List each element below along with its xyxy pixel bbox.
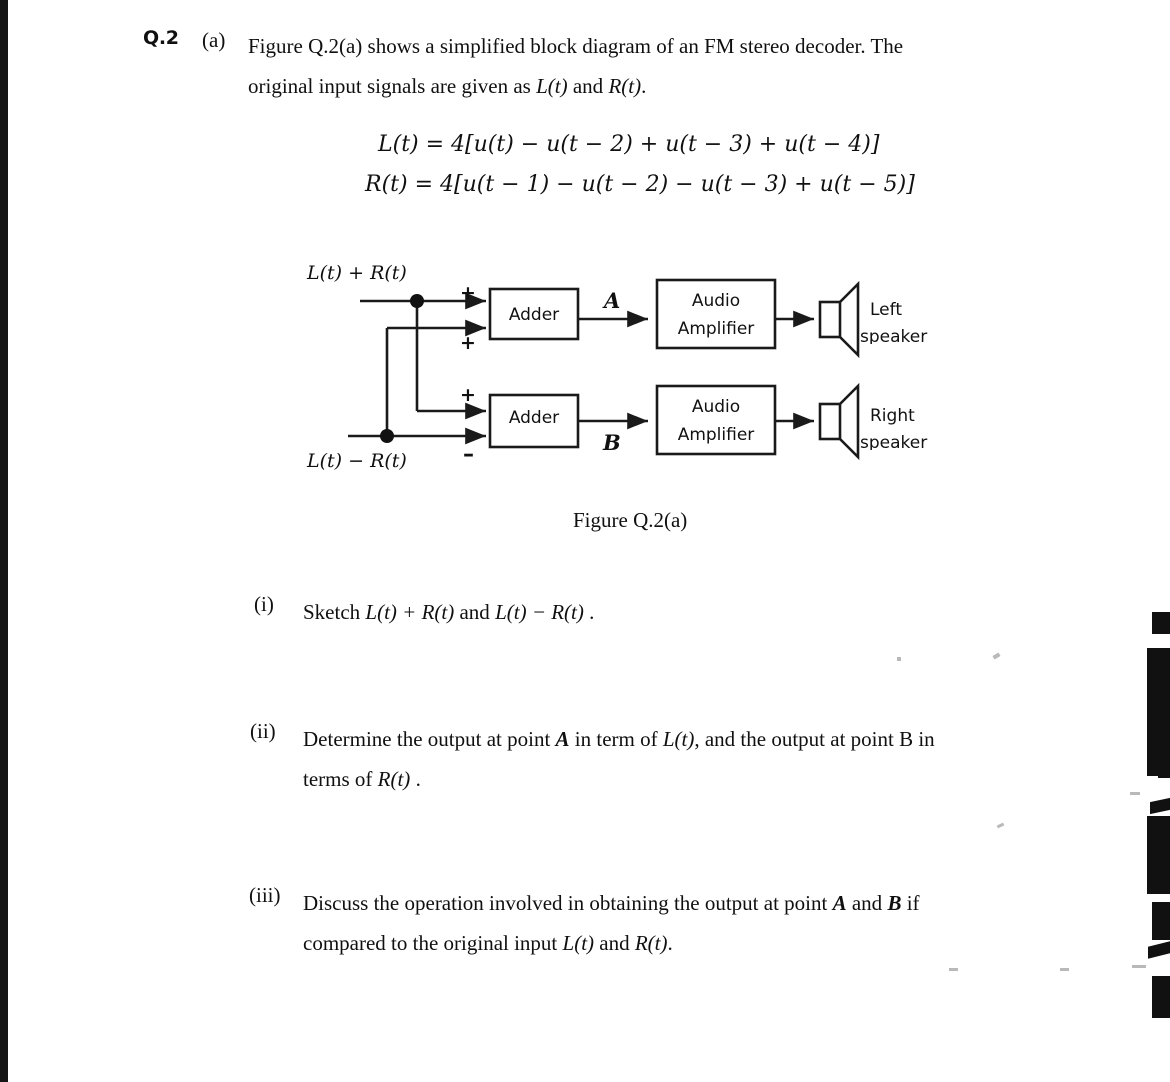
- sign-bottom-adder-input-2: –: [463, 442, 474, 467]
- speaker-horn-top: [839, 280, 860, 359]
- sign-top-adder-input-2: +: [460, 332, 476, 354]
- item-ii-symbol-lt: L(t): [662, 727, 695, 751]
- item-i-label: (i): [254, 592, 274, 616]
- intro-symbol-rt: R(t): [608, 74, 642, 98]
- question-number: Q.2: [143, 27, 179, 49]
- amplifier-bottom-label-line2: Amplifier: [677, 425, 755, 445]
- amplifier-bottom-label-line1: Audio: [691, 397, 741, 417]
- block-diagram-figure: L(t) + R(t) L(t) − R(t) + + + – Adder Ad…: [290, 258, 970, 493]
- item-ii-label: (ii): [250, 719, 276, 743]
- item-iii-symbol-a: A: [832, 891, 847, 915]
- speaker-bottom-label-line1: Right: [870, 406, 915, 426]
- item-iii-symbol-lt: L(t): [562, 931, 595, 955]
- item-i-text-end: .: [583, 600, 595, 624]
- item-ii-line2-b: .: [410, 767, 421, 791]
- speaker-top-label-line1: Left: [870, 300, 902, 320]
- scan-speck-6: [949, 968, 958, 971]
- item-iii-line1-c: if: [901, 891, 920, 915]
- item-ii-line1-a: Determine the output at point: [303, 727, 556, 751]
- item-iii-line2-b: and: [594, 931, 635, 955]
- item-iii-symbol-b: B: [887, 891, 902, 915]
- scan-artifact-5: [1147, 816, 1170, 894]
- scan-artifact-6: [1152, 902, 1170, 940]
- scan-speck-4: [1132, 965, 1146, 968]
- speaker-bottom-label-line2: speaker: [860, 433, 928, 450]
- scan-speck-3: [996, 822, 1005, 829]
- diagram-input-top-label: L(t) + R(t): [307, 262, 407, 284]
- sign-top-adder-input-1: +: [460, 282, 476, 304]
- item-iii-label: (iii): [249, 883, 281, 907]
- item-i-expression-2: L(t) − R(t): [495, 600, 584, 624]
- item-ii-symbol-rt: R(t): [377, 767, 411, 791]
- scan-artifact-8: [1152, 976, 1170, 1018]
- question-part-label: (a): [202, 28, 226, 52]
- adder-top-label: Adder: [508, 305, 560, 325]
- item-ii-line2-a: terms of: [303, 767, 378, 791]
- intro-line-1: Figure Q.2(a) shows a simplified block d…: [248, 34, 904, 58]
- item-i-text-pre: Sketch: [303, 600, 366, 624]
- amplifier-top-label-line1: Audio: [691, 291, 741, 311]
- intro-line-2-end: .: [641, 74, 647, 98]
- item-iii-line1-b: and: [846, 891, 888, 915]
- equation-left-signal: L(t) = 4[u(t) − u(t − 2) + u(t − 3) + u(…: [378, 132, 880, 157]
- sign-bottom-adder-input-1: +: [460, 384, 476, 406]
- item-i-expression-1: L(t) + R(t): [365, 600, 455, 624]
- speaker-horn-bottom: [839, 382, 860, 461]
- intro-symbol-lt: L(t): [536, 74, 568, 98]
- figure-caption: Figure Q.2(a): [573, 508, 688, 532]
- scan-artifact-4: [1150, 797, 1170, 815]
- scan-artifact-1: [1152, 612, 1170, 634]
- intro-line-2-pre: original input signals are given as: [248, 74, 537, 98]
- item-iii-line1-a: Discuss the operation involved in obtain…: [303, 891, 833, 915]
- scan-speck-2: [897, 657, 901, 661]
- scan-speck-5: [1060, 968, 1069, 971]
- scan-artifact-2: [1147, 648, 1170, 776]
- item-i-text-mid: and: [454, 600, 496, 624]
- scan-artifact-7: [1148, 941, 1170, 959]
- item-ii-symbol-a: A: [555, 727, 570, 751]
- adder-bottom-label: Adder: [508, 408, 560, 428]
- scan-speck-1: [992, 652, 1001, 660]
- junction-dot-top: [410, 294, 424, 308]
- scan-artifact-3: [1158, 769, 1170, 778]
- item-iii-line2-a: compared to the original input: [303, 931, 563, 955]
- speaker-box-top: [818, 300, 842, 339]
- scan-speck-7: [1130, 792, 1140, 795]
- item-iii-symbol-rt: R(t): [634, 931, 668, 955]
- point-a-label: A: [604, 288, 621, 313]
- item-ii-line1-b: in term of: [569, 727, 663, 751]
- point-b-label: B: [603, 430, 621, 455]
- equation-right-signal: R(t) = 4[u(t − 1) − u(t − 2) − u(t − 3) …: [365, 172, 915, 197]
- scan-edge-left-margin: [0, 0, 8, 1082]
- intro-line-2-mid: and: [567, 74, 609, 98]
- item-iii-line2-c: .: [667, 931, 673, 955]
- item-ii-line1-c: , and the output at point B in: [694, 727, 935, 751]
- speaker-box-bottom: [818, 402, 842, 441]
- junction-dot-bottom: [380, 429, 394, 443]
- diagram-input-bottom-label: L(t) − R(t): [307, 450, 407, 472]
- speaker-top-label-line2: speaker: [860, 327, 928, 344]
- amplifier-top-label-line2: Amplifier: [677, 319, 755, 339]
